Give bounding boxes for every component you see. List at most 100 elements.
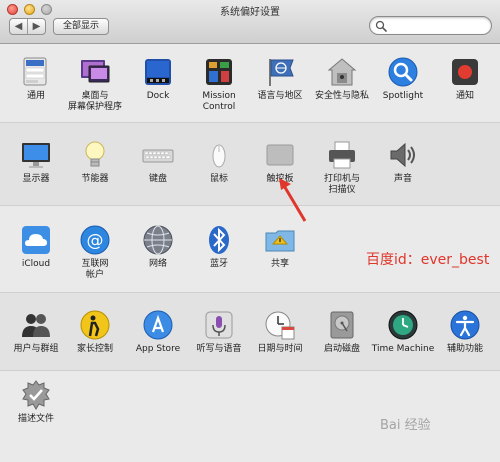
svg-text:@: @ (87, 231, 104, 251)
pane-label: 显示器 (22, 174, 50, 184)
pane-label: 蓝牙 (209, 259, 228, 269)
section-personal: 通用 桌面与 屏幕保护程序 Dock Mission Control 语言与地区… (0, 44, 500, 122)
printer-scanner-icon (329, 141, 355, 169)
pane-label: 键盘 (148, 174, 167, 184)
section-hardware: 显示器 节能器 键盘 鼠标 打印机与 扫描仪 声音 (0, 122, 500, 205)
pane-accessibility[interactable]: 辅助功能 (432, 309, 498, 355)
bluetooth-icon (209, 226, 229, 254)
pane-spotlight[interactable]: Spotlight (370, 56, 436, 102)
language-region-icon (269, 59, 294, 86)
section-system: 用户与群组 家长控制 App Store 听写与语音 日期与时间 启动磁盘 Ti… (0, 292, 500, 370)
pane-displays[interactable]: 显示器 (3, 139, 69, 185)
pane-label: Dock (146, 91, 170, 101)
pane-label: 桌面与 屏幕保护程序 (67, 91, 122, 112)
pane-security-privacy[interactable]: 安全性与隐私 (309, 56, 375, 102)
parental-controls-icon (80, 310, 110, 340)
pane-desktop-screensaver[interactable]: 桌面与 屏幕保护程序 (62, 56, 128, 113)
icloud-icon (22, 226, 50, 254)
pane-label: 网络 (148, 259, 167, 269)
date-time-icon (265, 311, 295, 340)
search-icon (375, 20, 387, 32)
system-preferences-window: 系统偏好设置 ◀ ▶ 全部显示 通用 桌面与 屏幕保护程序 Dock Missi… (0, 0, 500, 462)
forward-button[interactable]: ▶ (27, 19, 45, 34)
keyboard-icon (142, 149, 174, 163)
search-input[interactable] (390, 18, 485, 33)
mission-control-icon (206, 59, 232, 85)
pane-sound[interactable]: 声音 (370, 139, 436, 185)
internet-accounts-icon: @ (80, 225, 110, 255)
mouse-icon (212, 144, 226, 168)
profiles-icon (22, 380, 50, 410)
desktop-screensaver-icon (81, 60, 110, 83)
pane-app-store[interactable]: App Store (125, 309, 191, 355)
pane-label: Time Machine (371, 344, 435, 354)
pane-label: 启动磁盘 (323, 344, 360, 354)
pane-general[interactable]: 通用 (3, 56, 69, 102)
search-field[interactable] (369, 16, 492, 35)
pane-mouse[interactable]: 鼠标 (186, 139, 252, 185)
annotation-text: 百度id：ever_best (366, 252, 490, 268)
time-machine-icon (388, 310, 418, 340)
pane-icloud[interactable]: iCloud (3, 224, 69, 270)
energy-saver-icon (85, 141, 105, 167)
pane-label: 用户与群组 (13, 344, 59, 354)
watermark: Bai 经验 (380, 418, 431, 433)
back-button[interactable]: ◀ (10, 19, 27, 34)
pane-users-groups[interactable]: 用户与群组 (3, 309, 69, 355)
pane-profiles[interactable]: 描述文件 (3, 379, 69, 425)
pane-label: 家长控制 (76, 344, 113, 354)
pane-bluetooth[interactable]: 蓝牙 (186, 224, 252, 270)
trackpad-icon (266, 144, 294, 166)
sound-icon (390, 142, 415, 168)
spotlight-icon (388, 57, 418, 87)
pane-label: 安全性与隐私 (314, 91, 369, 101)
pane-label: Spotlight (382, 91, 424, 101)
pane-label: 听写与语音 (196, 344, 242, 354)
pane-label: iCloud (21, 259, 51, 269)
pane-label: 节能器 (81, 174, 109, 184)
dock-icon (145, 59, 171, 85)
pane-date-time[interactable]: 日期与时间 (247, 309, 313, 355)
show-all-button[interactable]: 全部显示 (53, 18, 109, 35)
displays-icon (22, 143, 50, 168)
toolbar: 系统偏好设置 ◀ ▶ 全部显示 (0, 0, 500, 44)
notifications-icon (452, 59, 478, 85)
pane-keyboard[interactable]: 键盘 (125, 139, 191, 185)
pane-label: 互联网 帐户 (81, 259, 109, 280)
pane-mission-control[interactable]: Mission Control (186, 56, 252, 113)
pane-label: 通用 (26, 91, 45, 101)
pane-parental-controls[interactable]: 家长控制 (62, 309, 128, 355)
pane-internet-accounts[interactable]: @ 互联网 帐户 (62, 224, 128, 281)
network-icon (143, 225, 173, 255)
pane-energy-saver[interactable]: 节能器 (62, 139, 128, 185)
pane-time-machine[interactable]: Time Machine (370, 309, 436, 355)
back-arrow-icon: ◀ (14, 21, 23, 32)
pane-label: 辅助功能 (446, 344, 483, 354)
pane-label: 打印机与 扫描仪 (323, 174, 360, 195)
users-groups-icon (22, 314, 50, 337)
startup-disk-icon (330, 311, 354, 339)
pane-label: 通知 (455, 91, 474, 101)
pane-language-region[interactable]: 语言与地区 (247, 56, 313, 102)
pane-label: Mission Control (202, 91, 236, 112)
pane-printer-scanner[interactable]: 打印机与 扫描仪 (309, 139, 375, 196)
pane-label: 语言与地区 (257, 91, 303, 101)
sharing-icon (265, 230, 295, 252)
pane-label: 日期与时间 (257, 344, 303, 354)
pane-label: App Store (135, 344, 181, 354)
pane-label: 声音 (393, 174, 412, 184)
pane-network[interactable]: 网络 (125, 224, 191, 270)
pane-label: 鼠标 (209, 174, 228, 184)
nav-button-group: ◀ ▶ (9, 18, 46, 35)
pane-dock[interactable]: Dock (125, 56, 191, 102)
pane-dictation-speech[interactable]: 听写与语音 (186, 309, 252, 355)
pane-startup-disk[interactable]: 启动磁盘 (309, 309, 375, 355)
forward-arrow-icon: ▶ (32, 21, 41, 32)
pane-sharing[interactable]: 共享 (247, 224, 313, 270)
accessibility-icon (450, 310, 480, 340)
pane-label: 共享 (270, 259, 289, 269)
dictation-speech-icon (205, 311, 233, 339)
app-store-icon (143, 310, 173, 340)
pane-notifications[interactable]: 通知 (432, 56, 498, 102)
security-privacy-icon (327, 58, 357, 86)
